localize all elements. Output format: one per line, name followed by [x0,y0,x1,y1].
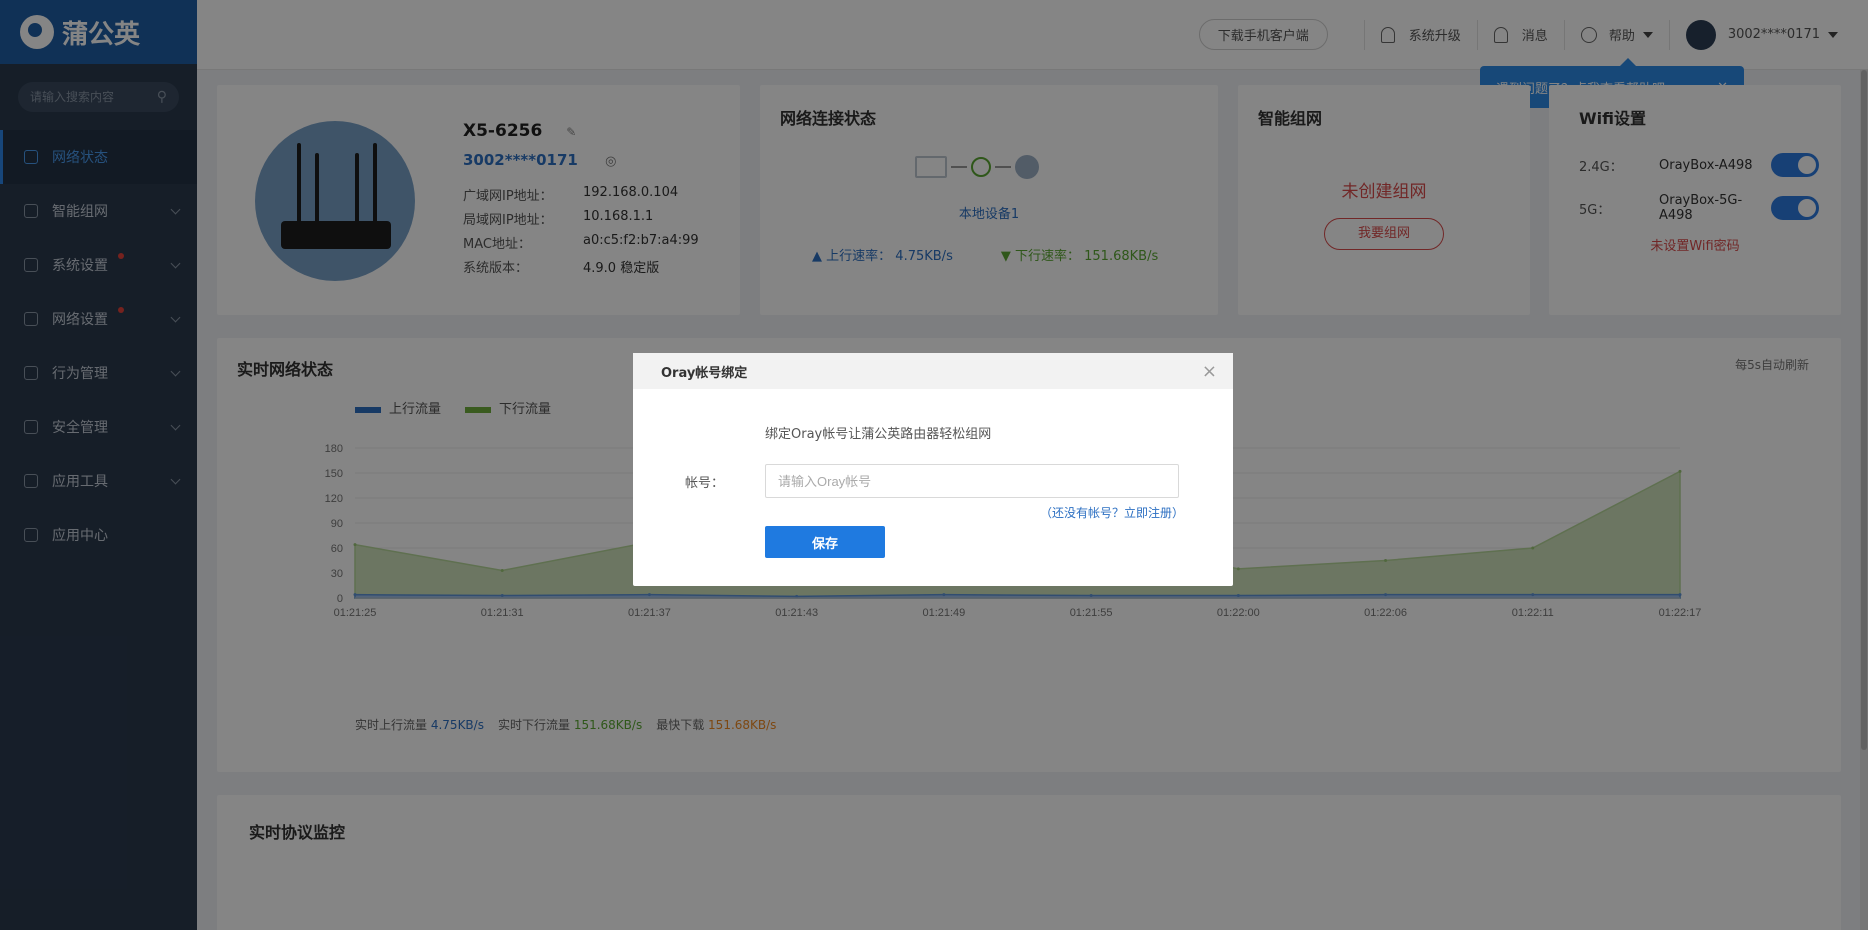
save-button[interactable]: 保存 [765,526,885,558]
dialog-header: Oray帐号绑定 × [633,353,1233,389]
account-label: 帐号： [685,476,725,491]
account-input[interactable] [765,464,1179,498]
close-icon[interactable]: × [1202,361,1217,382]
oray-bind-dialog: Oray帐号绑定 × 绑定Oray帐号让蒲公英路由器轻松组网 帐号： （还没有帐… [633,353,1233,586]
dialog-description: 绑定Oray帐号让蒲公英路由器轻松组网 [765,427,992,442]
register-link[interactable]: （还没有帐号？立即注册） [1040,504,1184,521]
dialog-title: Oray帐号绑定 [661,365,748,381]
